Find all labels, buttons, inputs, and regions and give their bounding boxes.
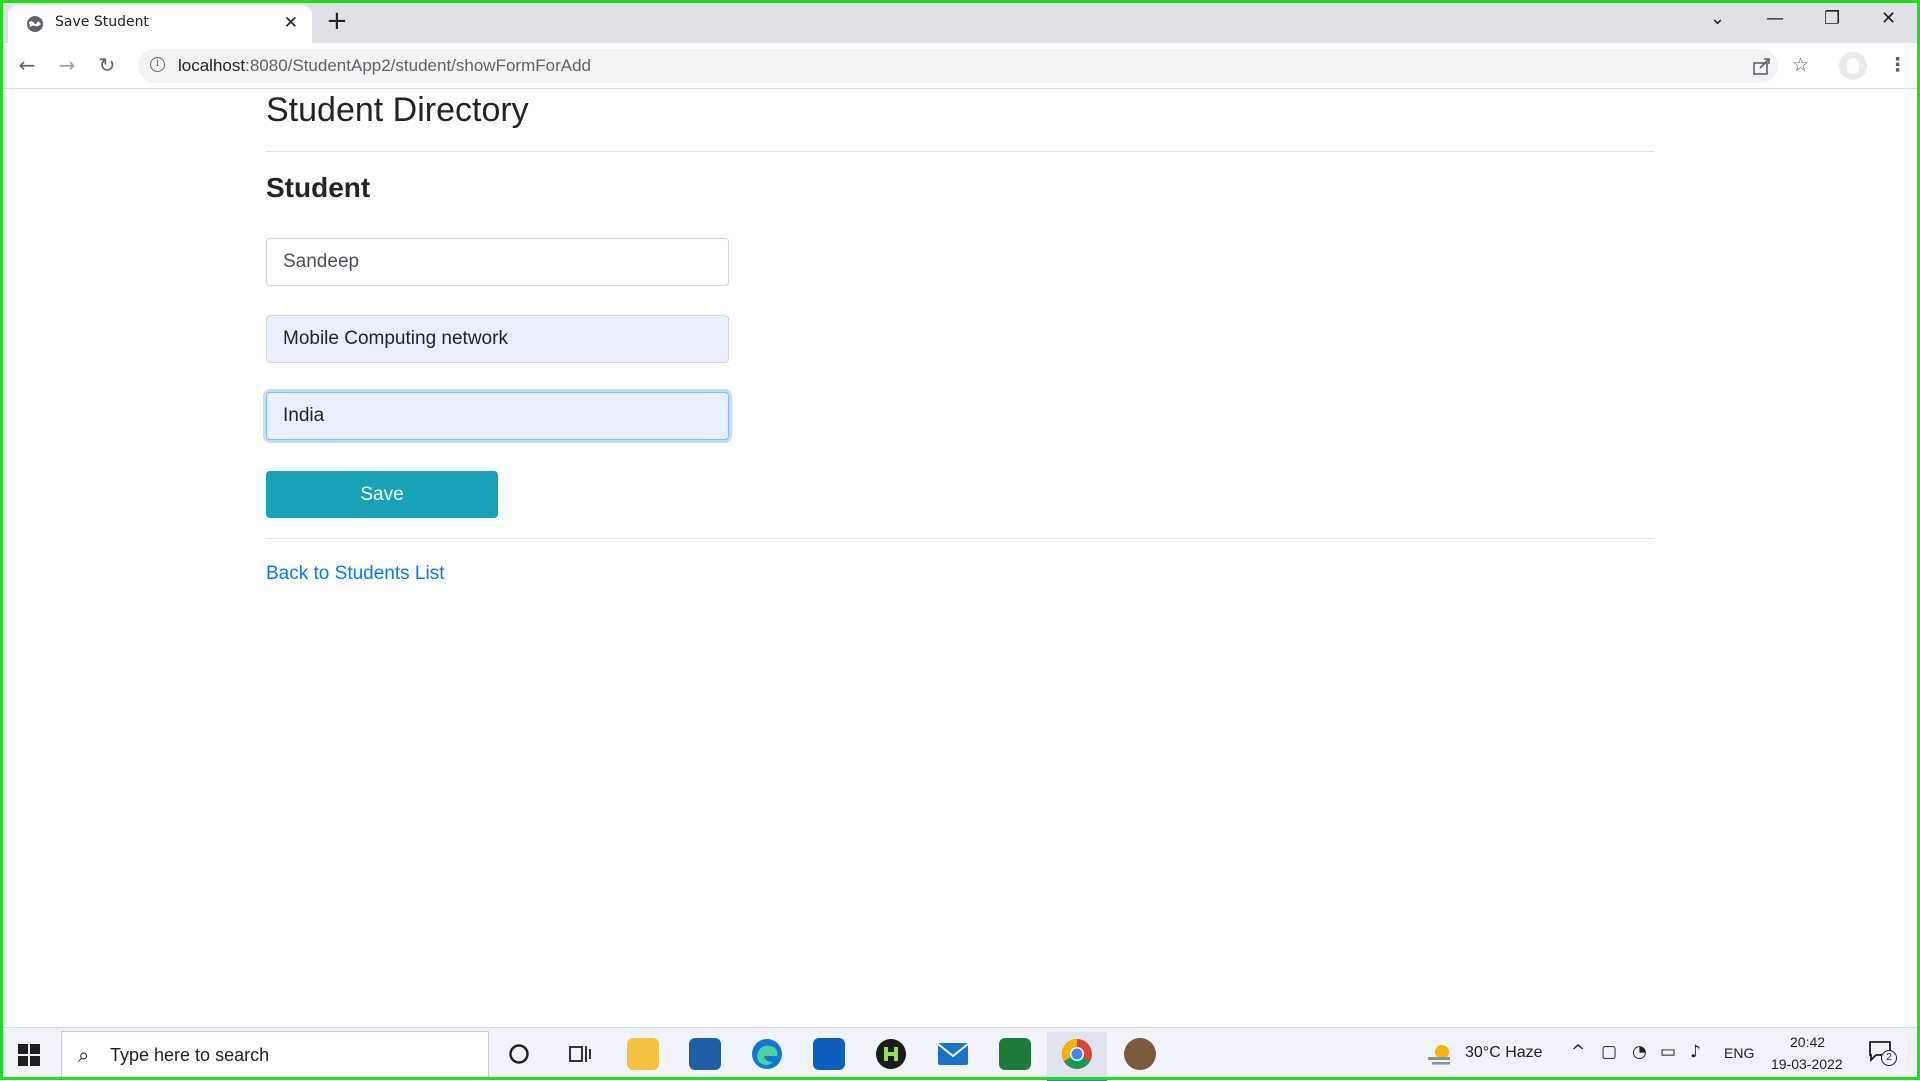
profile-avatar[interactable] bbox=[1839, 52, 1867, 80]
restore-button[interactable]: ❐ bbox=[1824, 6, 1840, 32]
windows-start-icon[interactable] bbox=[18, 1044, 40, 1066]
clock-date[interactable]: 19-03-2022 bbox=[1771, 1056, 1843, 1072]
game-app-icon[interactable] bbox=[1124, 1038, 1156, 1070]
new-tab-button[interactable]: + bbox=[326, 6, 348, 36]
menu-kebab-icon[interactable]: ⋮ bbox=[1888, 54, 1907, 76]
monitor-app-icon[interactable] bbox=[689, 1038, 721, 1070]
tab-search-chevron-icon[interactable]: ⌄ bbox=[1710, 6, 1725, 32]
language-indicator[interactable]: ENG bbox=[1724, 1045, 1754, 1061]
windows-taskbar: ⌕ Type here to search 30°C Haze ^ ▢ ◔ ▭ … bbox=[0, 1027, 1920, 1081]
tab-strip: Save Student ✕ + ⌄ — ❐ ✕ bbox=[0, 0, 1920, 43]
site-info-icon[interactable]: i bbox=[150, 57, 165, 72]
chrome-icon bbox=[1062, 1039, 1092, 1069]
share-icon[interactable] bbox=[1752, 56, 1772, 76]
back-to-list-link[interactable]: Back to Students List bbox=[266, 563, 445, 585]
page-title: Student Directory bbox=[266, 91, 529, 129]
clock-time[interactable]: 20:42 bbox=[1790, 1034, 1825, 1050]
wifi-icon[interactable]: ◔ bbox=[1632, 1042, 1647, 1062]
battery-icon[interactable]: ▭ bbox=[1660, 1042, 1676, 1062]
mail-icon[interactable] bbox=[937, 1041, 969, 1067]
tab-close-icon[interactable]: ✕ bbox=[284, 13, 298, 33]
meet-now-icon[interactable]: ▢ bbox=[1601, 1042, 1617, 1062]
close-window-button[interactable]: ✕ bbox=[1881, 6, 1896, 32]
page-content: Student Directory Student Save Back to S… bbox=[0, 89, 1920, 1027]
reload-icon[interactable]: ↻ bbox=[93, 51, 121, 79]
task-view-icon[interactable] bbox=[568, 1043, 592, 1065]
weather-text[interactable]: 30°C Haze bbox=[1465, 1044, 1543, 1062]
bookmark-star-icon[interactable]: ☆ bbox=[1792, 54, 1809, 76]
volume-icon[interactable]: ♪ bbox=[1690, 1042, 1701, 1062]
media-app-icon[interactable] bbox=[875, 1038, 907, 1070]
save-button[interactable]: Save bbox=[266, 471, 498, 518]
url-text: localhost:8080/StudentApp2/student/showF… bbox=[178, 56, 591, 75]
notification-center-icon[interactable]: 2 bbox=[1868, 1040, 1897, 1066]
microsoft-store-icon[interactable] bbox=[813, 1038, 845, 1070]
section-title: Student bbox=[266, 172, 371, 203]
divider bbox=[266, 538, 1654, 539]
browser-toolbar: ← → ↻ i localhost:8080/StudentApp2/stude… bbox=[0, 43, 1920, 89]
back-arrow-icon[interactable]: ← bbox=[13, 51, 41, 79]
search-icon: ⌕ bbox=[78, 1043, 90, 1067]
forward-arrow-icon[interactable]: → bbox=[53, 51, 81, 79]
weather-haze-icon[interactable] bbox=[1426, 1043, 1454, 1065]
cortana-icon[interactable] bbox=[508, 1043, 530, 1065]
search-placeholder: Type here to search bbox=[110, 1045, 270, 1065]
address-bar[interactable]: i localhost:8080/StudentApp2/student/sho… bbox=[138, 49, 1778, 83]
globe-icon bbox=[27, 16, 43, 32]
country-field[interactable] bbox=[266, 392, 729, 440]
first-name-field[interactable] bbox=[266, 238, 729, 286]
excel-like-app-icon[interactable] bbox=[999, 1038, 1031, 1070]
taskbar-search-box[interactable]: ⌕ Type here to search bbox=[61, 1031, 489, 1078]
chevron-up-icon[interactable]: ^ bbox=[1571, 1042, 1585, 1062]
course-field[interactable] bbox=[266, 315, 729, 363]
tab-title: Save Student bbox=[55, 14, 149, 30]
divider bbox=[266, 151, 1654, 152]
notification-badge: 2 bbox=[1881, 1050, 1897, 1066]
minimize-button[interactable]: — bbox=[1766, 6, 1784, 32]
chrome-taskbar-button[interactable] bbox=[1047, 1032, 1107, 1081]
tab-save-student[interactable]: Save Student ✕ bbox=[8, 5, 312, 43]
edge-browser-icon[interactable] bbox=[751, 1038, 783, 1070]
file-explorer-icon[interactable] bbox=[627, 1038, 659, 1070]
